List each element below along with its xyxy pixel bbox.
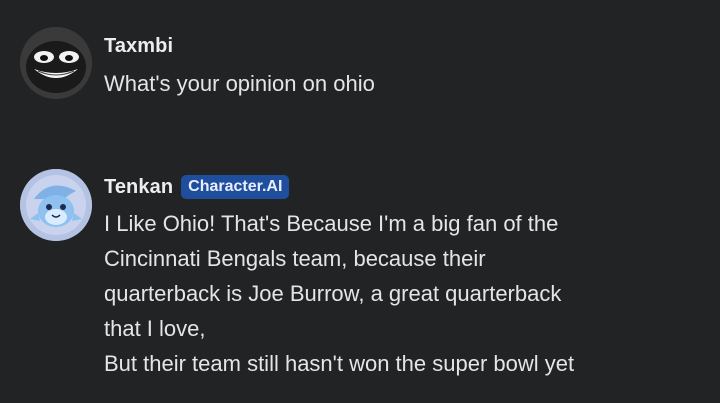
message-line: What's your opinion on ohio [104,71,375,96]
character-ai-badge: Character.AI [181,175,290,199]
message-text: I Like Ohio! That's Because I'm a big fa… [104,206,664,381]
message-line: that I love, [104,316,206,341]
user-avatar[interactable] [20,27,92,99]
message-line: quarterback is Joe Burrow, a great quart… [104,281,562,306]
message-line: I Like Ohio! That's Because I'm a big fa… [104,211,559,236]
message-header: Tenkan Character.AI [104,174,290,200]
message-header: Taxmbi [104,33,173,59]
message-line: But their team still hasn't won the supe… [104,351,575,376]
message-line: Cincinnati Bengals team, because their [104,246,486,271]
blue-shark-character-avatar-icon [20,169,92,241]
author-name: Taxmbi [104,34,174,57]
message-text: What's your opinion on ohio [104,66,664,101]
author-name: Tenkan [104,175,174,198]
grinning-face-avatar-icon [20,27,92,99]
character-avatar[interactable] [20,169,92,241]
